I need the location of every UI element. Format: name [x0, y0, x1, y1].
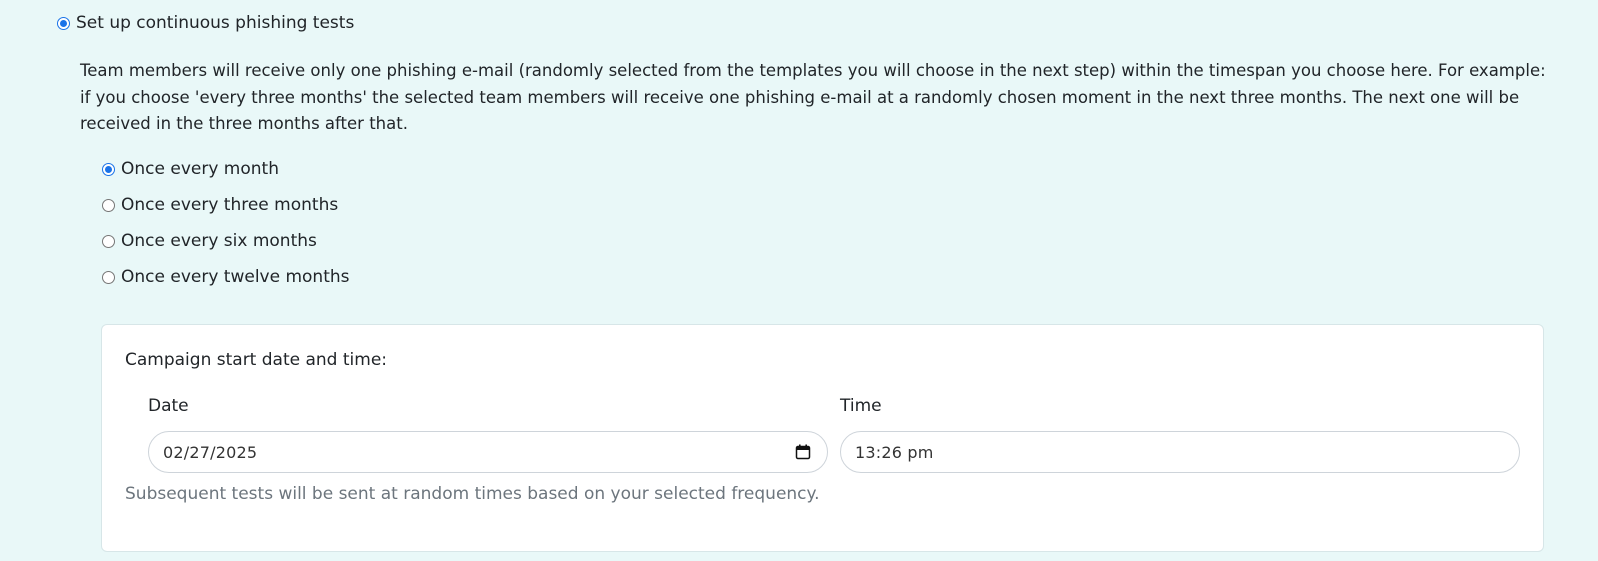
- time-label: Time: [840, 396, 882, 416]
- calendar-icon[interactable]: [795, 444, 811, 460]
- frequency-label-monthly[interactable]: Once every month: [121, 158, 279, 180]
- frequency-option-six-months[interactable]: Once every six months: [102, 230, 317, 252]
- frequency-help-text: Subsequent tests will be sent at random …: [125, 484, 820, 504]
- frequency-radio-monthly[interactable]: [102, 162, 115, 176]
- date-label: Date: [148, 396, 189, 416]
- date-input-value[interactable]: 02/27/2025: [163, 443, 257, 462]
- frequency-option-monthly[interactable]: Once every month: [102, 158, 279, 180]
- time-input-value[interactable]: 13:26 pm: [855, 443, 934, 462]
- frequency-radio-three-months[interactable]: [102, 198, 115, 212]
- time-input[interactable]: 13:26 pm: [840, 431, 1520, 473]
- frequency-option-twelve-months[interactable]: Once every twelve months: [102, 266, 350, 288]
- continuous-tests-radio[interactable]: [57, 16, 70, 30]
- frequency-label-three-months[interactable]: Once every three months: [121, 194, 338, 216]
- date-input[interactable]: 02/27/2025: [148, 431, 828, 473]
- continuous-tests-label[interactable]: Set up continuous phishing tests: [76, 12, 354, 34]
- frequency-option-three-months[interactable]: Once every three months: [102, 194, 338, 216]
- continuous-tests-option[interactable]: Set up continuous phishing tests: [57, 12, 354, 34]
- campaign-start-title: Campaign start date and time:: [125, 350, 388, 370]
- frequency-radio-twelve-months[interactable]: [102, 270, 115, 284]
- frequency-radio-six-months[interactable]: [102, 234, 115, 248]
- campaign-start-card: Campaign start date and time: Date Time …: [101, 324, 1544, 552]
- continuous-tests-description: Team members will receive only one phish…: [80, 61, 1546, 133]
- frequency-label-twelve-months[interactable]: Once every twelve months: [121, 266, 350, 288]
- frequency-label-six-months[interactable]: Once every six months: [121, 230, 317, 252]
